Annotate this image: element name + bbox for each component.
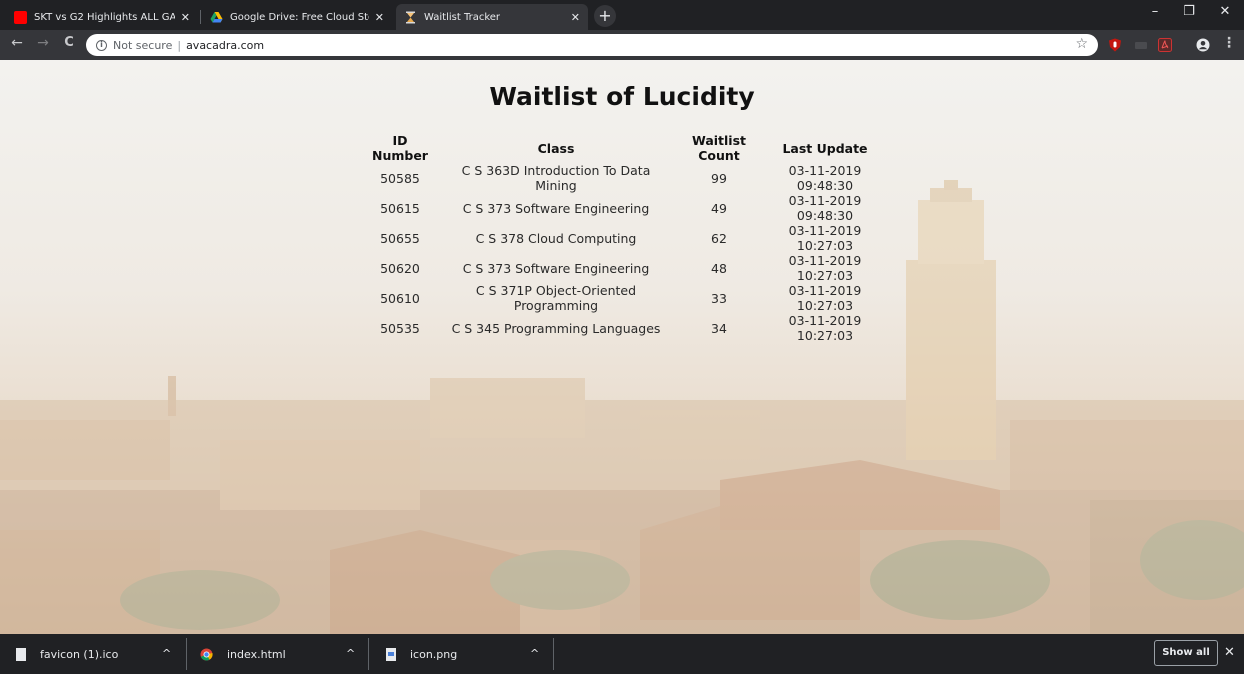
table-row: 50615 C S 373 Software Engineering 49 03… xyxy=(360,193,884,223)
browser-toolbar: ← → C i Not secure | avacadra.com ☆ ⋮ xyxy=(0,30,1244,60)
table-row: 50535 C S 345 Programming Languages 34 0… xyxy=(360,313,884,343)
shelf-divider xyxy=(186,638,187,670)
shelf-divider xyxy=(553,638,554,670)
count-cell: 99 xyxy=(711,170,727,186)
update-cell: 03-11-2019 09:48:30 xyxy=(788,193,862,223)
count-cell: 33 xyxy=(711,290,727,306)
id-cell: 50535 xyxy=(380,320,420,336)
class-cell: C S 378 Cloud Computing xyxy=(475,230,637,246)
class-cell: C S 345 Programming Languages xyxy=(451,320,661,336)
new-tab-button[interactable]: + xyxy=(594,5,616,27)
show-all-button[interactable]: Show all xyxy=(1154,640,1218,666)
file-icon xyxy=(16,647,26,661)
download-filename: icon.png xyxy=(410,647,458,661)
url-text: avacadra.com xyxy=(186,38,265,52)
tab-youtube[interactable]: SKT vs G2 Highlights ALL GAMES ✕ xyxy=(6,4,198,30)
id-cell: 50655 xyxy=(380,230,420,246)
page-title: Waitlist of Lucidity xyxy=(489,82,755,111)
window-close-icon[interactable]: ✕ xyxy=(1210,4,1240,19)
count-cell: 34 xyxy=(711,320,727,336)
update-cell: 03-11-2019 10:27:03 xyxy=(788,283,862,313)
tab-separator xyxy=(200,10,201,24)
table-row: 50655 C S 378 Cloud Computing 62 03-11-2… xyxy=(360,223,884,253)
tab-strip: SKT vs G2 Highlights ALL GAMES ✕ Google … xyxy=(0,0,1244,30)
chevron-up-icon[interactable]: ^ xyxy=(346,647,355,660)
chrome-icon xyxy=(200,648,213,660)
minimize-icon[interactable]: – xyxy=(1140,4,1170,19)
download-filename: favicon (1).ico xyxy=(40,647,119,661)
tab-title: SKT vs G2 Highlights ALL GAMES xyxy=(34,11,175,23)
chevron-up-icon[interactable]: ^ xyxy=(530,647,539,660)
shelf-divider xyxy=(368,638,369,670)
table-row: 50610 C S 371P Object-Oriented Programmi… xyxy=(360,283,884,313)
download-item-index-html[interactable]: index.html ^ xyxy=(200,634,370,674)
back-arrow-icon[interactable]: ← xyxy=(8,35,26,51)
close-icon[interactable]: ✕ xyxy=(181,11,190,24)
count-cell: 62 xyxy=(711,230,727,246)
update-cell: 03-11-2019 10:27:03 xyxy=(788,253,862,283)
close-icon[interactable]: ✕ xyxy=(571,11,580,24)
id-cell: 50610 xyxy=(380,290,420,306)
column-header-id: ID Number xyxy=(372,133,428,163)
image-file-icon xyxy=(386,647,396,661)
download-item-icon-png[interactable]: icon.png ^ xyxy=(386,634,554,674)
close-icon[interactable]: ✕ xyxy=(375,11,384,24)
class-cell: C S 363D Introduction To Data Mining xyxy=(461,163,651,193)
tab-waitlist-tracker[interactable]: Waitlist Tracker ✕ xyxy=(396,4,588,30)
close-icon[interactable]: ✕ xyxy=(1224,645,1235,660)
omnibox-divider: | xyxy=(177,38,182,52)
column-header-last-update: Last Update xyxy=(782,140,868,156)
extension-icon[interactable] xyxy=(1134,38,1148,52)
id-cell: 50615 xyxy=(380,200,420,216)
tab-title: Waitlist Tracker xyxy=(424,11,501,23)
id-cell: 50585 xyxy=(380,170,420,186)
count-cell: 49 xyxy=(711,200,727,216)
tab-title: Google Drive: Free Cloud Storage xyxy=(230,11,369,23)
address-bar[interactable]: i Not secure | avacadra.com ☆ xyxy=(86,34,1098,56)
page-content: Waitlist of Lucidity ID Number Class Wai… xyxy=(0,60,1244,634)
bookmark-star-icon[interactable]: ☆ xyxy=(1075,36,1088,52)
update-cell: 03-11-2019 10:27:03 xyxy=(788,223,862,253)
forward-arrow-icon[interactable]: → xyxy=(34,35,52,51)
profile-avatar-icon[interactable] xyxy=(1196,38,1210,52)
info-icon[interactable]: i xyxy=(96,39,107,51)
google-drive-icon xyxy=(210,11,223,22)
update-cell: 03-11-2019 10:27:03 xyxy=(788,313,862,343)
download-item-favicon[interactable]: favicon (1).ico ^ xyxy=(16,634,186,674)
ublock-extension-icon[interactable] xyxy=(1108,38,1122,52)
class-cell: C S 373 Software Engineering xyxy=(462,200,650,216)
update-cell: 03-11-2019 09:48:30 xyxy=(788,163,862,193)
table-row: 50585 C S 363D Introduction To Data Mini… xyxy=(360,163,884,193)
download-shelf: favicon (1).ico ^ index.html ^ icon.png … xyxy=(0,634,1244,674)
youtube-icon xyxy=(14,10,27,24)
count-cell: 48 xyxy=(711,260,727,276)
column-header-waitlist-count: Waitlist Count xyxy=(691,133,747,163)
id-cell: 50620 xyxy=(380,260,420,276)
class-cell: C S 373 Software Engineering xyxy=(462,260,650,276)
waitlist-table: ID Number Class Waitlist Count Last Upda… xyxy=(360,133,884,343)
table-header-row: ID Number Class Waitlist Count Last Upda… xyxy=(360,133,884,163)
table-row: 50620 C S 373 Software Engineering 48 03… xyxy=(360,253,884,283)
download-filename: index.html xyxy=(227,647,286,661)
class-cell: C S 371P Object-Oriented Programming xyxy=(475,283,637,313)
maximize-icon[interactable]: ❐ xyxy=(1174,4,1204,19)
chevron-up-icon[interactable]: ^ xyxy=(162,647,171,660)
column-header-class: Class xyxy=(537,140,575,156)
menu-dots-icon[interactable]: ⋮ xyxy=(1220,35,1238,51)
tab-google-drive[interactable]: Google Drive: Free Cloud Storage ✕ xyxy=(202,4,392,30)
pdf-extension-icon[interactable] xyxy=(1158,38,1172,52)
security-label: Not secure xyxy=(113,38,173,52)
reload-icon[interactable]: C xyxy=(60,35,78,50)
hourglass-icon xyxy=(406,11,415,23)
